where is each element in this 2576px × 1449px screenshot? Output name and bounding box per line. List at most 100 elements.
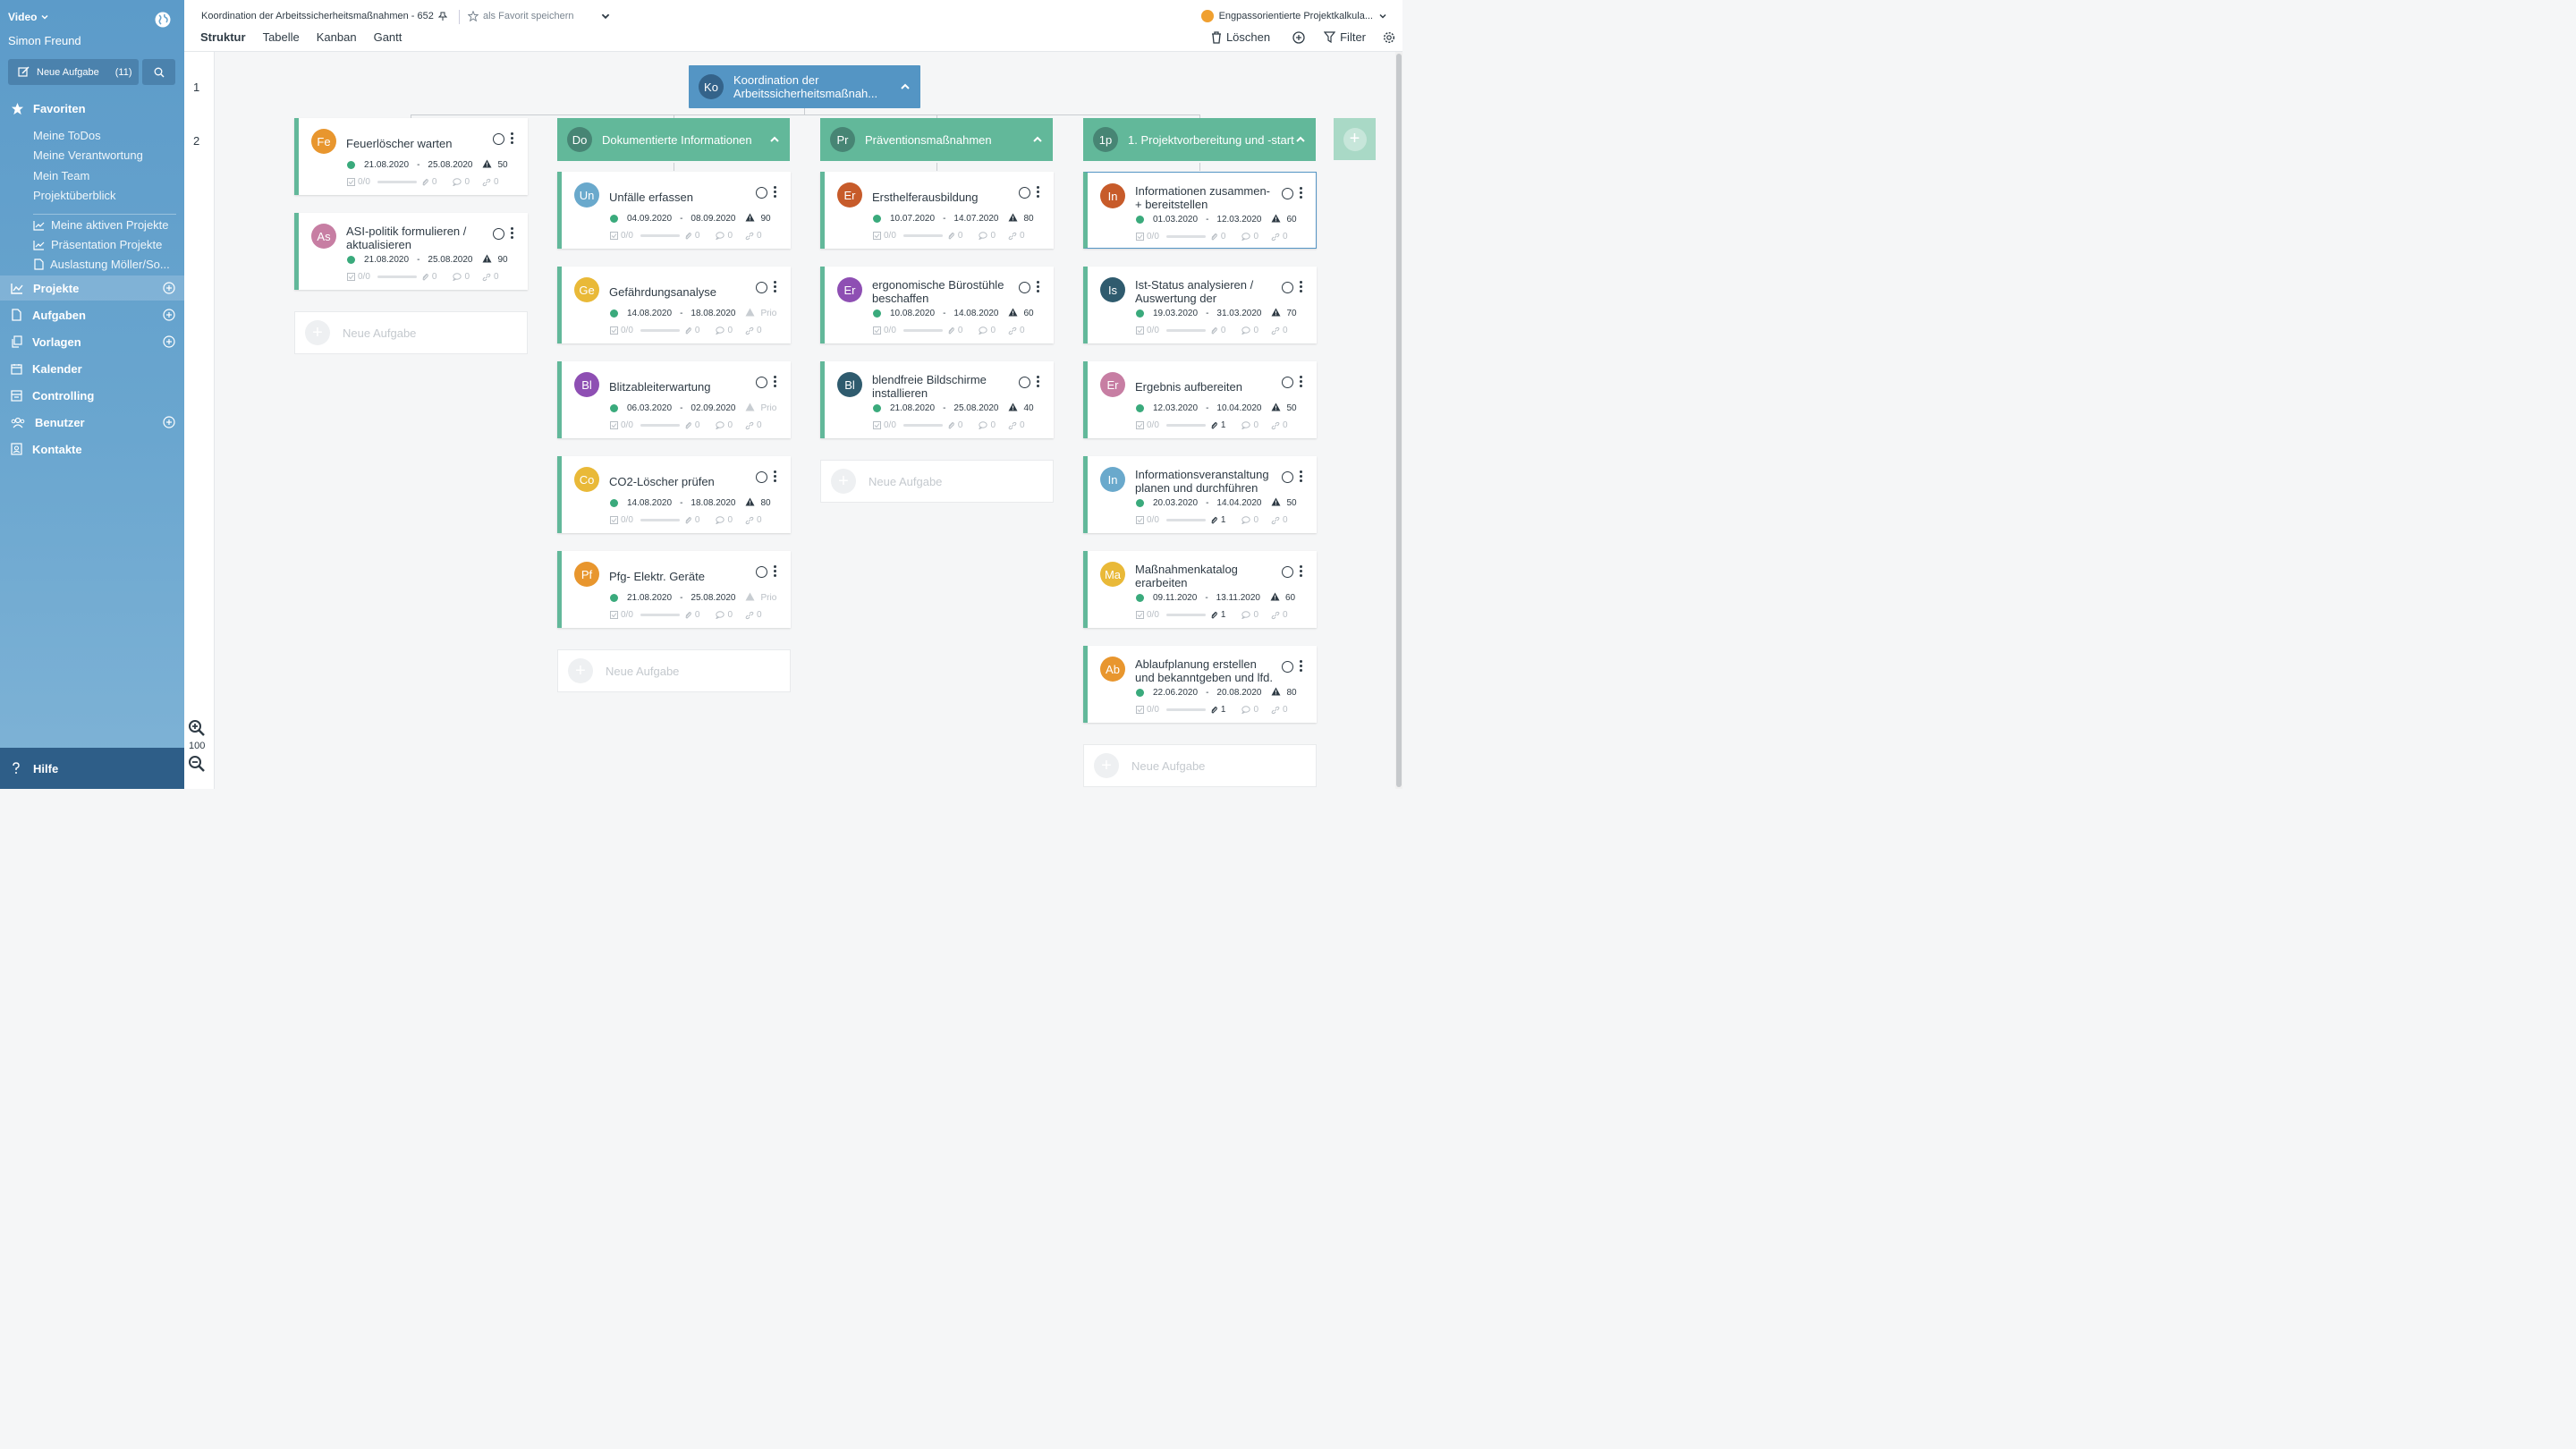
add-column-button[interactable]: + xyxy=(1334,118,1376,160)
sidebar-item-kalender[interactable]: Kalender xyxy=(0,356,184,381)
task-title[interactable]: Feuerlöscher warten xyxy=(346,129,489,157)
more-menu-icon[interactable] xyxy=(774,565,777,579)
more-menu-icon[interactable] xyxy=(1037,186,1040,199)
save-favorite-button[interactable]: als Favorit speichern xyxy=(468,11,574,21)
more-menu-icon[interactable] xyxy=(774,376,777,389)
complete-toggle[interactable] xyxy=(756,377,767,388)
sidebar-item-aufgaben[interactable]: Aufgaben xyxy=(0,302,184,327)
chevron-up-icon[interactable] xyxy=(899,80,911,93)
fav-report-auslastung[interactable]: Auslastung Möller/So... xyxy=(33,258,170,271)
complete-toggle[interactable] xyxy=(493,228,504,240)
new-task-button[interactable]: Neue Aufgabe (11) xyxy=(8,59,139,85)
task-card[interactable]: Er Ersthelferausbildung 10.07.2020-14.07.2… xyxy=(820,172,1054,249)
task-title[interactable]: Ersthelferausbildung xyxy=(872,182,1015,211)
sidebar-item-vorlagen[interactable]: Vorlagen xyxy=(0,329,184,354)
delete-button[interactable]: Löschen xyxy=(1211,30,1270,44)
complete-toggle[interactable] xyxy=(1282,661,1293,673)
favorites-section[interactable]: Favoriten xyxy=(11,102,86,115)
add-circle-icon[interactable] xyxy=(163,309,175,321)
fav-item-meine-todos[interactable]: Meine ToDos xyxy=(33,129,101,142)
sidebar-item-kontakte[interactable]: Kontakte xyxy=(0,436,184,462)
task-card[interactable]: Fe Feuerlöscher warten 21.08.2020-25.08.20… xyxy=(294,118,528,195)
more-menu-icon[interactable] xyxy=(774,281,777,294)
more-menu-icon[interactable] xyxy=(1300,187,1303,200)
complete-toggle[interactable] xyxy=(1019,282,1030,293)
sidebar-item-projekte[interactable]: Projekte xyxy=(0,275,184,301)
task-card[interactable]: Er Ergebnis aufbereiten 12.03.2020-10.04.2… xyxy=(1083,361,1317,438)
task-title[interactable]: Informationsveranstaltung planen und dur… xyxy=(1135,467,1278,496)
task-title[interactable]: CO2-Löscher prüfen xyxy=(609,467,752,496)
gear-icon[interactable] xyxy=(1383,31,1395,44)
more-menu-icon[interactable] xyxy=(1300,281,1303,294)
fav-report-praesentation[interactable]: Präsentation Projekte xyxy=(33,238,162,251)
complete-toggle[interactable] xyxy=(756,187,767,199)
fav-item-meine-verantwortung[interactable]: Meine Verantwortung xyxy=(33,148,143,162)
task-card[interactable]: Bl blendfreie Bildschirme installieren 21.… xyxy=(820,361,1054,438)
task-card[interactable]: Pf Pfg- Elektr. Geräte 21.08.2020-25.08.20… xyxy=(557,551,791,628)
complete-toggle[interactable] xyxy=(1282,566,1293,578)
task-card[interactable]: In Informationsveranstaltung planen und d… xyxy=(1083,456,1317,533)
globe-icon[interactable] xyxy=(154,11,172,29)
more-menu-icon[interactable] xyxy=(774,186,777,199)
more-menu-icon[interactable] xyxy=(1300,376,1303,389)
workspace-selector[interactable]: Video xyxy=(8,11,49,23)
task-title[interactable]: Maßnahmenkatalog erarbeiten xyxy=(1135,562,1278,590)
fav-item-projektueberblick[interactable]: Projektüberblick xyxy=(33,189,116,202)
project-switcher[interactable]: Engpassorientierte Projektkalkula... xyxy=(1200,10,1387,22)
chevron-up-icon[interactable] xyxy=(1294,133,1307,146)
task-card[interactable]: In Informationen zusammen- + bereitstelle… xyxy=(1083,172,1317,249)
complete-toggle[interactable] xyxy=(756,471,767,483)
task-title[interactable]: Unfälle erfassen xyxy=(609,182,752,211)
more-menu-icon[interactable] xyxy=(1037,376,1040,389)
column-header-dokumentierte[interactable]: Do Dokumentierte Informationen xyxy=(557,118,790,161)
task-title[interactable]: ergonomische Bürostühle beschaffen xyxy=(872,277,1015,306)
tab-gantt[interactable]: Gantt xyxy=(374,30,402,44)
add-circle-icon[interactable] xyxy=(163,335,175,348)
complete-toggle[interactable] xyxy=(1019,377,1030,388)
task-title[interactable]: Blitzableiterwartung xyxy=(609,372,752,401)
more-menu-icon[interactable] xyxy=(511,227,514,241)
more-menu-icon[interactable] xyxy=(1037,281,1040,294)
task-title[interactable]: Pfg- Elektr. Geräte xyxy=(609,562,752,590)
task-card[interactable]: As ASI-politik formulieren / aktualisiere… xyxy=(294,213,528,290)
sidebar-item-controlling[interactable]: Controlling xyxy=(0,383,184,408)
task-title[interactable]: Ergebnis aufbereiten xyxy=(1135,372,1278,401)
tab-kanban[interactable]: Kanban xyxy=(317,30,357,44)
task-card[interactable]: Co CO2-Löscher prüfen 14.08.2020-18.08.202… xyxy=(557,456,791,533)
task-title[interactable]: Gefährdungsanalyse xyxy=(609,277,752,306)
task-title[interactable]: Ablaufplanung erstellen und bekanntgeben… xyxy=(1135,657,1278,685)
task-card[interactable]: Ab Ablaufplanung erstellen und bekanntgeb… xyxy=(1083,646,1317,723)
chevron-down-icon[interactable] xyxy=(600,11,611,21)
zoom-out-icon[interactable] xyxy=(188,755,206,773)
tab-struktur[interactable]: Struktur xyxy=(200,30,246,44)
chevron-up-icon[interactable] xyxy=(768,133,781,146)
vertical-scrollbar[interactable] xyxy=(1395,52,1402,789)
fav-report-aktive-projekte[interactable]: Meine aktiven Projekte xyxy=(33,218,169,232)
new-task-button[interactable]: + Neue Aufgabe xyxy=(294,311,528,354)
task-card[interactable]: Er ergonomische Bürostühle beschaffen 10.0… xyxy=(820,267,1054,343)
task-card[interactable]: Un Unfälle erfassen 04.09.2020-08.09.2020 9… xyxy=(557,172,791,249)
filter-button[interactable]: Filter xyxy=(1324,30,1366,44)
column-header-projektvorbereitung[interactable]: 1p 1. Projektvorbereitung und -start xyxy=(1083,118,1316,161)
pin-icon[interactable] xyxy=(437,12,447,21)
column-header-praevention[interactable]: Pr Präventionsmaßnahmen xyxy=(820,118,1053,161)
task-card[interactable]: Bl Blitzableiterwartung 06.03.2020-02.09.2… xyxy=(557,361,791,438)
complete-toggle[interactable] xyxy=(1282,188,1293,199)
task-card[interactable]: Is Ist-Status analysieren / Auswertung de… xyxy=(1083,267,1317,343)
task-title[interactable]: Ist-Status analysieren / Auswertung der xyxy=(1135,277,1278,306)
project-title[interactable]: Koordination der Arbeitssicherheitsmaßna… xyxy=(201,11,447,21)
new-task-button[interactable]: + Neue Aufgabe xyxy=(1083,744,1317,787)
complete-toggle[interactable] xyxy=(1282,471,1293,483)
complete-toggle[interactable] xyxy=(756,282,767,293)
tab-tabelle[interactable]: Tabelle xyxy=(263,30,300,44)
task-card[interactable]: Ma Maßnahmenkatalog erarbeiten 09.11.2020-… xyxy=(1083,551,1317,628)
complete-toggle[interactable] xyxy=(1282,377,1293,388)
chevron-up-icon[interactable] xyxy=(1031,133,1044,146)
help-button[interactable]: Hilfe xyxy=(0,748,184,789)
more-menu-icon[interactable] xyxy=(1300,470,1303,484)
task-title[interactable]: ASI-politik formulieren / aktualisieren xyxy=(346,224,489,252)
task-card[interactable]: Ge Gefährdungsanalyse 14.08.2020-18.08.202… xyxy=(557,267,791,343)
complete-toggle[interactable] xyxy=(1282,282,1293,293)
add-circle-icon[interactable] xyxy=(163,416,175,428)
root-node[interactable]: Ko Koordination der Arbeitssicherheitsma… xyxy=(689,65,920,108)
